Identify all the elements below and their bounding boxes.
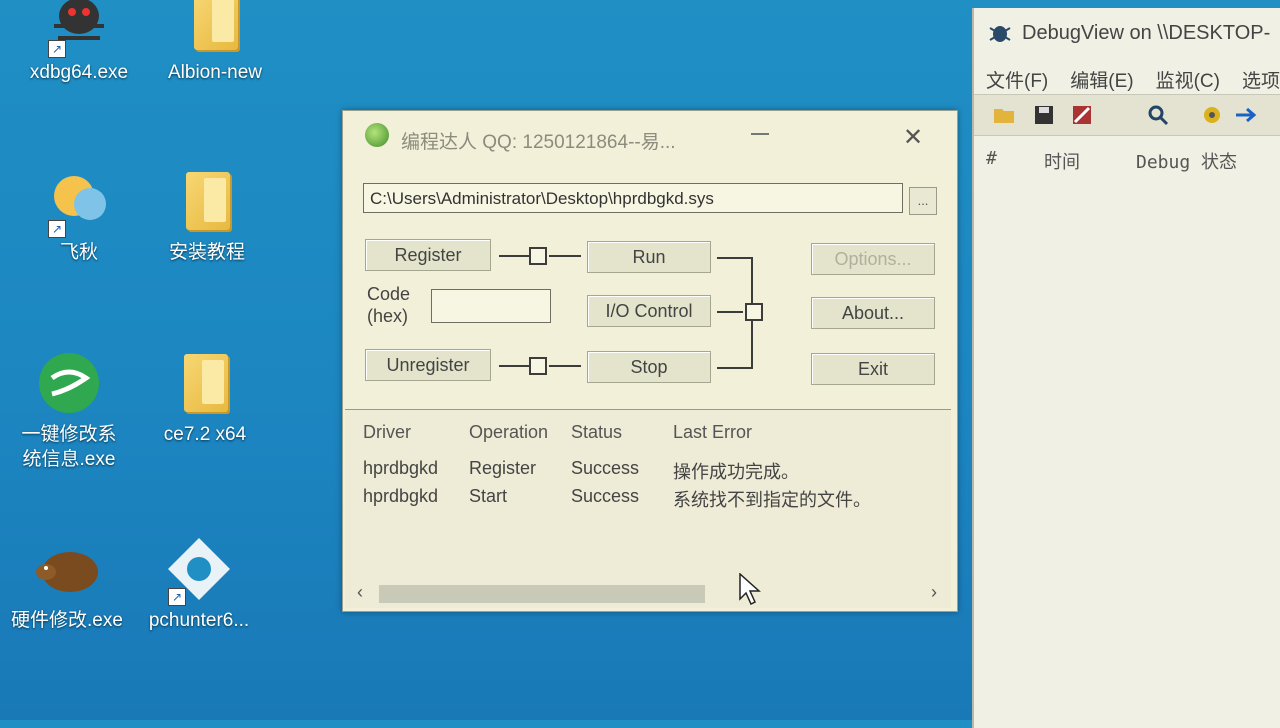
desktop-icon-modify-sysinfo[interactable]: 一键修改系 统信息.exe [4, 348, 134, 472]
scroll-right-icon[interactable]: › [931, 582, 937, 603]
folder-icon [180, 0, 250, 56]
desktop-icon-hardware-modify[interactable]: 硬件修改.exe [2, 534, 132, 633]
io-status-box [745, 303, 763, 321]
list-item-status: Success [571, 458, 640, 478]
code-hex-input[interactable] [431, 289, 551, 323]
desktop-icon-label: 一键修改系 统信息.exe [21, 424, 117, 470]
list-item-driver[interactable]: hprdbgkd [363, 458, 438, 479]
menu-edit[interactable]: 编辑(E) [1070, 71, 1133, 92]
desktop-icon-label: 安装教程 [168, 242, 245, 263]
connector-line [549, 255, 581, 257]
pchunter-icon: ↗ [164, 534, 234, 606]
desktop-icon-label: 飞秋 [59, 242, 98, 263]
arrow-right-icon[interactable] [1234, 103, 1258, 127]
shortcut-arrow-icon: ↗ [48, 40, 66, 58]
list-item-last-error: 操作成功完成。 [673, 462, 799, 482]
title-bar[interactable]: 编程达人 QQ: 1250121864--易... ✕ [343, 111, 957, 163]
connector-line [499, 365, 529, 367]
desktop-icon-label: 硬件修改.exe [11, 610, 123, 631]
connector-line [499, 255, 529, 257]
debugview-toolbar [974, 94, 1280, 136]
desktop-icon-xdbg64[interactable]: ↗ xdbg64.exe [14, 0, 144, 85]
code-hex-label: Code (hex) [367, 284, 411, 326]
column-header-driver[interactable]: Driver [363, 422, 411, 443]
green-swirl-icon [34, 348, 104, 418]
driver-path-input[interactable]: C:\Users\Administrator\Desktop\hprdbgkd.… [363, 183, 903, 213]
column-header-debug-status[interactable]: Debug 状态 [1136, 148, 1237, 174]
debugview-window: DebugView on \\DESKTOP- 文件(F) 编辑(E) 监视(C) 选… [972, 8, 1280, 728]
debugview-column-headers: # 时间 Debug 状态 [974, 148, 1280, 178]
register-status-box [529, 247, 547, 265]
connector-line [717, 367, 753, 369]
menu-capture[interactable]: 监视(C) [1156, 71, 1220, 92]
browse-button[interactable]: ... [909, 187, 937, 215]
run-button[interactable]: Run [587, 241, 711, 273]
close-icon[interactable]: ✕ [903, 123, 923, 152]
minimize-icon[interactable] [751, 133, 769, 135]
open-folder-icon[interactable] [992, 103, 1016, 127]
app-icon [365, 123, 389, 147]
window-title: 编程达人 QQ: 1250121864--易... [401, 132, 676, 153]
shortcut-arrow-icon: ↗ [168, 588, 186, 606]
chat-bubble-icon: ↗ [44, 166, 114, 238]
list-item-driver[interactable]: hprdbgkd [363, 486, 438, 507]
unregister-status-box [529, 357, 547, 375]
column-header-number[interactable]: # [986, 148, 997, 169]
desktop-icon-label: xdbg64.exe [29, 62, 129, 83]
column-header-operation[interactable]: Operation [469, 422, 548, 443]
options-button[interactable]: Options... [811, 243, 935, 275]
folder-icon [170, 348, 240, 418]
desktop-icon-install-guide[interactable]: 安装教程 [142, 166, 272, 265]
boar-icon [32, 534, 102, 604]
scrollbar-thumb[interactable] [379, 585, 705, 603]
column-header-last-error[interactable]: Last Error [673, 422, 752, 443]
save-icon[interactable] [1032, 103, 1056, 127]
filter-gear-icon[interactable] [1200, 103, 1224, 127]
menu-options[interactable]: 选项 [1242, 71, 1280, 92]
debugview-menubar: 文件(F) 编辑(E) 监视(C) 选项 [986, 66, 1280, 93]
desktop-icon-feiqiu[interactable]: ↗ 飞秋 [14, 166, 144, 265]
find-icon[interactable] [1146, 103, 1170, 127]
exit-button[interactable]: Exit [811, 353, 935, 385]
clear-icon[interactable] [1070, 103, 1094, 127]
folder-icon [172, 166, 242, 236]
connector-line [717, 311, 743, 313]
desktop-icon-label: ce7.2 x64 [163, 424, 247, 445]
menu-file[interactable]: 文件(F) [986, 71, 1048, 92]
desktop-icon-pchunter[interactable]: ↗ pchunter6... [134, 534, 264, 633]
shortcut-arrow-icon: ↗ [48, 220, 66, 238]
about-button[interactable]: About... [811, 297, 935, 329]
debugview-bug-icon [989, 26, 1011, 42]
register-button[interactable]: Register [365, 239, 491, 271]
list-item-operation: Register [469, 458, 537, 478]
debugview-title: DebugView on \\DESKTOP- [1022, 22, 1271, 44]
bug-app-icon: ↗ [44, 0, 114, 58]
connector-line [717, 257, 753, 259]
desktop-icon-label: Albion-new [168, 62, 262, 83]
operation-log-list[interactable]: Driver Operation Status Last Error hprdb… [345, 409, 951, 608]
desktop-icon-ce72[interactable]: ce7.2 x64 [140, 348, 270, 447]
desktop-icon-albion-new[interactable]: Albion-new [150, 0, 280, 85]
list-item-last-error: 系统找不到指定的文件。 [673, 490, 871, 510]
list-item-status: Success [571, 486, 640, 506]
connector-line [549, 365, 581, 367]
horizontal-scrollbar[interactable]: ‹ › [345, 582, 951, 604]
io-control-button[interactable]: I/O Control [587, 295, 711, 327]
column-header-time[interactable]: 时间 [1044, 148, 1080, 174]
column-header-status[interactable]: Status [571, 422, 622, 443]
scroll-left-icon[interactable]: ‹ [357, 582, 363, 603]
stop-button[interactable]: Stop [587, 351, 711, 383]
driver-loader-window: 编程达人 QQ: 1250121864--易... ✕ C:\Users\Adm… [342, 110, 958, 612]
unregister-button[interactable]: Unregister [365, 349, 491, 381]
list-item-operation: Start [469, 486, 508, 506]
desktop-icon-label: pchunter6... [148, 610, 250, 631]
